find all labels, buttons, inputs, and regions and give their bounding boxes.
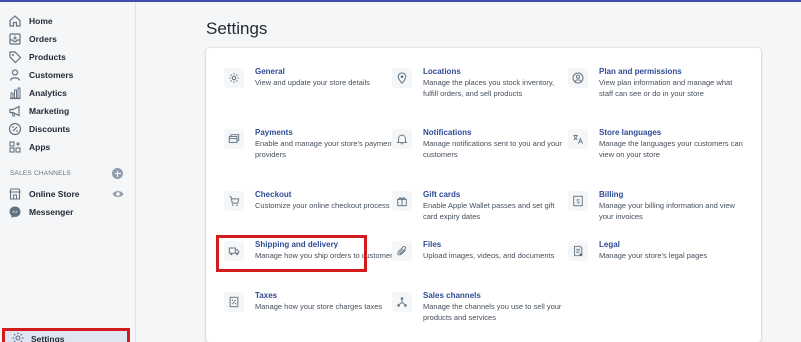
home-icon — [8, 14, 22, 28]
sidebar-item-apps[interactable]: Apps — [0, 138, 136, 156]
bar-chart-icon — [8, 86, 22, 100]
tile-description: Enable and manage your store's payment p… — [255, 139, 394, 159]
settings-tile-gift-cards[interactable]: Gift cards Enable Apple Wallet passes an… — [392, 190, 562, 239]
sidebar-item-label: Discounts — [29, 124, 71, 134]
tile-description: Manage your billing information and view… — [599, 201, 735, 221]
user-circle-icon — [568, 68, 588, 88]
sidebar-item-orders[interactable]: Orders — [0, 30, 136, 48]
person-icon — [8, 68, 22, 82]
discount-icon — [8, 122, 22, 136]
tile-title[interactable]: Billing — [599, 190, 623, 199]
sidebar-item-discounts[interactable]: Discounts — [0, 120, 136, 138]
settings-tile-sales-channels[interactable]: Sales channels Manage the channels you u… — [392, 291, 562, 340]
tile-title[interactable]: Legal — [599, 240, 620, 249]
tile-description: Manage the places you stock inventory, f… — [423, 78, 555, 98]
tile-title[interactable]: General — [255, 67, 285, 76]
sidebar-item-label: Analytics — [29, 88, 67, 98]
settings-tile-locations[interactable]: Locations Manage the places you stock in… — [392, 67, 562, 116]
eye-icon[interactable] — [112, 185, 124, 203]
sidebar-item-messenger[interactable]: Messenger — [0, 203, 136, 221]
shipping-highlight-box — [216, 235, 367, 272]
sidebar-item-marketing[interactable]: Marketing — [0, 102, 136, 120]
sales-channels-heading: SALES CHANNELS — [10, 170, 71, 177]
paperclip-icon — [392, 241, 412, 261]
sidebar-item-online-store[interactable]: Online Store — [0, 185, 136, 203]
messenger-icon — [8, 205, 22, 219]
sidebar-item-label: Products — [29, 52, 66, 62]
sidebar-item-label: Home — [29, 16, 53, 26]
sidebar-item-label: Apps — [29, 142, 51, 152]
sidebar-item-label: Settings — [31, 334, 65, 342]
sales-channels-icon — [392, 292, 412, 312]
sidebar-item-analytics[interactable]: Analytics — [0, 84, 136, 102]
tile-description: Manage the channels you use to sell your… — [423, 302, 562, 322]
payment-icon — [224, 129, 244, 149]
orders-icon — [8, 32, 22, 46]
svg-text:$: $ — [576, 200, 580, 206]
sidebar-item-label: Orders — [29, 34, 57, 44]
tile-title[interactable]: Files — [423, 240, 441, 249]
store-icon — [8, 187, 22, 201]
settings-tile-files[interactable]: Files Upload images, videos, and documen… — [392, 240, 562, 289]
language-icon — [568, 129, 588, 149]
tag-icon — [8, 50, 22, 64]
sidebar-item-customers[interactable]: Customers — [0, 66, 136, 84]
settings-tile-payments[interactable]: Payments Enable and manage your store's … — [224, 128, 394, 177]
tile-description: Customize your online checkout process — [255, 201, 390, 210]
tile-title[interactable]: Sales channels — [423, 291, 481, 300]
settings-tile-billing[interactable]: $ Billing Manage your billing informatio… — [568, 190, 738, 239]
tile-title[interactable]: Checkout — [255, 190, 291, 199]
legal-document-icon — [568, 241, 588, 261]
apps-icon — [8, 140, 22, 154]
tile-title[interactable]: Store languages — [599, 128, 661, 137]
tile-title[interactable]: Gift cards — [423, 190, 460, 199]
gear-icon — [11, 331, 25, 342]
tile-title[interactable]: Notifications — [423, 128, 471, 137]
cart-icon — [224, 191, 244, 211]
tile-title[interactable]: Taxes — [255, 291, 277, 300]
sidebar-item-label: Messenger — [29, 207, 74, 217]
tile-description: View plan information and manage what st… — [599, 78, 733, 98]
billing-icon: $ — [568, 191, 588, 211]
tile-description: Enable Apple Wallet passes and set gift … — [423, 201, 555, 221]
tile-description: Manage how your store charges taxes — [255, 302, 383, 311]
sidebar-item-label: Online Store — [29, 189, 80, 199]
settings-card: General View and update your store detai… — [206, 48, 761, 342]
tax-icon — [224, 292, 244, 312]
sidebar: Home Orders Products Customers Analytics… — [0, 2, 136, 342]
sidebar-item-label: Customers — [29, 70, 74, 80]
tile-title[interactable]: Payments — [255, 128, 293, 137]
gear-icon — [224, 68, 244, 88]
settings-tile-store-languages[interactable]: Store languages Manage the languages you… — [568, 128, 743, 177]
sidebar-item-products[interactable]: Products — [0, 48, 136, 66]
tile-description: Upload images, videos, and documents — [423, 251, 555, 260]
tile-description: Manage your store's legal pages — [599, 251, 708, 260]
settings-tile-taxes[interactable]: Taxes Manage how your store charges taxe… — [224, 291, 394, 340]
tile-description: View and update your store details — [255, 78, 370, 87]
tile-title[interactable]: Locations — [423, 67, 461, 76]
settings-tile-legal[interactable]: Legal Manage your store's legal pages — [568, 240, 738, 289]
location-pin-icon — [392, 68, 412, 88]
settings-tile-notifications[interactable]: Notifications Manage notifications sent … — [392, 128, 562, 177]
page-title: Settings — [206, 19, 268, 38]
bell-icon — [392, 129, 412, 149]
sidebar-item-settings[interactable]: Settings — [2, 328, 130, 342]
sidebar-item-home[interactable]: Home — [0, 12, 136, 30]
tile-title[interactable]: Plan and permissions — [599, 67, 682, 76]
megaphone-icon — [8, 104, 22, 118]
sidebar-item-label: Marketing — [29, 106, 70, 116]
settings-tile-checkout[interactable]: Checkout Customize your online checkout … — [224, 190, 394, 239]
settings-tile-general[interactable]: General View and update your store detai… — [224, 67, 394, 116]
tile-description: Manage notifications sent to you and you… — [423, 139, 562, 159]
gift-icon — [392, 191, 412, 211]
add-sales-channel-icon[interactable] — [112, 168, 123, 179]
settings-tile-plan-permissions[interactable]: Plan and permissions View plan informati… — [568, 67, 738, 116]
tile-description: Manage the languages your customers can … — [599, 139, 743, 159]
